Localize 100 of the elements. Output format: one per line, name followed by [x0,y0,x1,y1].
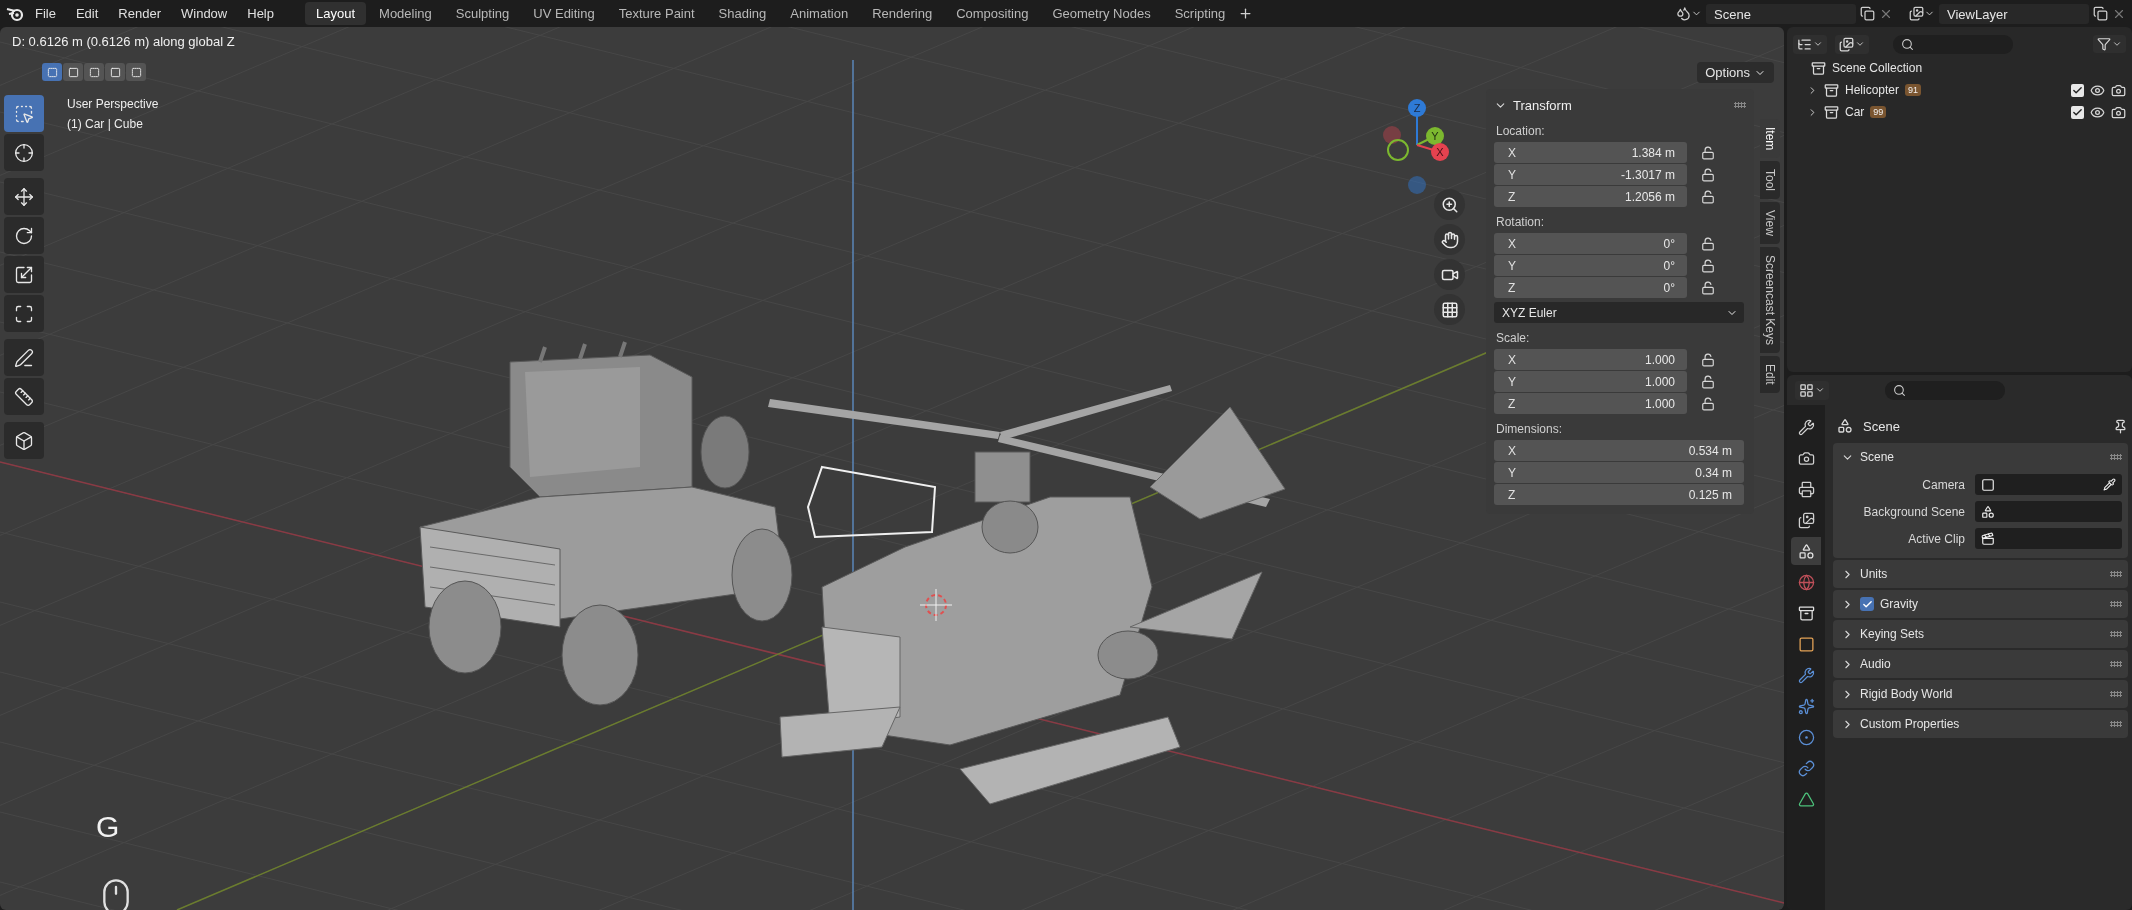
menu-item[interactable]: Edit [66,3,108,24]
copy-icon[interactable] [2093,6,2108,21]
workspace-tab[interactable]: Layout [305,2,367,25]
grip-icon[interactable] [2110,571,2122,577]
view-layer-field[interactable]: ViewLayer [1939,3,2089,24]
filter-button[interactable] [2093,35,2126,53]
display-mode-button[interactable] [1835,34,1869,54]
grip-icon[interactable] [1734,102,1746,108]
sidebar-tab[interactable]: Tool [1760,161,1780,200]
tool-button[interactable] [4,178,44,215]
menu-item[interactable]: Render [109,3,170,24]
panel-title[interactable]: Audio [1860,657,1891,671]
number-field[interactable]: Z 1.2056 m [1494,186,1687,207]
camera-icon[interactable] [2111,82,2126,98]
unlocked-icon[interactable] [1701,374,1715,389]
checkbox[interactable] [1860,597,1874,611]
navigation-gizmo[interactable]: Z Y X [1383,99,1449,194]
menu-item[interactable]: File [26,3,65,24]
number-field[interactable]: Z 1.000 [1494,393,1687,414]
workspace-tab[interactable]: Geometry Nodes [1041,2,1162,25]
eye-icon[interactable] [2090,104,2105,120]
checkbox[interactable] [2071,105,2084,119]
select-mode-button[interactable] [42,63,62,81]
tool-button[interactable] [4,378,44,415]
panel-title[interactable]: Keying Sets [1860,627,1925,641]
pan-button[interactable] [1434,224,1465,255]
unlocked-icon[interactable] [1701,167,1715,182]
workspace-tab[interactable]: Rendering [861,2,944,25]
workspace-tab[interactable]: Modeling [368,2,443,25]
grip-icon[interactable] [2110,454,2122,460]
eyedropper-icon[interactable] [2103,478,2116,491]
workspace-tab[interactable]: Sculpting [444,2,521,25]
options-button[interactable]: Options [1697,62,1774,83]
camera-view-button[interactable] [1434,259,1465,290]
zoom-button[interactable] [1434,189,1465,220]
3d-viewport[interactable] [0,27,1784,910]
menu-item[interactable]: Window [172,3,237,24]
scene-field[interactable]: Scene [1706,3,1856,24]
grip-icon[interactable] [2110,631,2122,637]
unlocked-icon[interactable] [1701,258,1715,273]
select-mode-button[interactable] [84,63,104,81]
properties-tab[interactable] [1791,537,1821,565]
search-field[interactable] [1893,34,2013,54]
sidebar-tab[interactable]: Edit [1760,356,1780,393]
input-field[interactable] [1975,474,2122,495]
input-field[interactable] [1975,501,2122,522]
tool-button[interactable] [4,134,44,171]
editor-type-button[interactable] [1795,380,1829,400]
workspace-tab[interactable]: Scripting [1163,2,1237,25]
eye-icon[interactable] [2090,82,2105,98]
unlocked-icon[interactable] [1701,189,1715,204]
panel-title[interactable]: Custom Properties [1860,717,1960,731]
grip-icon[interactable] [2110,661,2122,667]
add-workspace-icon[interactable] [1238,6,1254,21]
panel-title[interactable]: Gravity [1880,597,1918,611]
images-icon[interactable] [1909,6,1924,21]
tool-button[interactable] [4,422,44,459]
panel-title[interactable]: Rigid Body World [1860,687,1953,701]
pin-icon[interactable] [2113,418,2128,434]
number-field[interactable]: X 0° [1494,233,1687,254]
tool-button[interactable] [4,339,44,376]
workspace-tab[interactable]: Texture Paint [607,2,706,25]
menu-item[interactable]: Help [238,3,283,24]
sidebar-tab[interactable]: Screencast Keys [1760,247,1780,354]
panel-title[interactable]: Units [1860,567,1888,581]
select-mode-button[interactable] [126,63,146,81]
grip-icon[interactable] [2110,601,2122,607]
number-field[interactable]: Z 0.125 m [1494,484,1744,505]
unlocked-icon[interactable] [1701,236,1715,251]
number-field[interactable]: Z 0° [1494,277,1687,298]
rotation-mode-dropdown[interactable]: XYZ Euler [1494,302,1744,323]
panel-title[interactable]: Scene [1860,450,1895,464]
unlocked-icon[interactable] [1701,280,1715,295]
grid-view-button[interactable] [1434,294,1465,325]
outliner-item[interactable]: Helicopter [1845,83,1900,97]
tool-button[interactable] [4,295,44,332]
number-field[interactable]: X 1.000 [1494,349,1687,370]
number-field[interactable]: X 0.534 m [1494,440,1744,461]
number-field[interactable]: Y 0.34 m [1494,462,1744,483]
outliner-item[interactable]: Scene Collection [1832,61,1923,75]
editor-type-button[interactable] [1793,34,1827,54]
number-field[interactable]: Y 0° [1494,255,1687,276]
number-field[interactable]: X 1.384 m [1494,142,1687,163]
number-field[interactable]: Y 1.000 [1494,371,1687,392]
select-mode-button[interactable] [105,63,125,81]
tool-button[interactable] [4,256,44,293]
workspace-tab[interactable]: Compositing [945,2,1040,25]
app-logo-icon[interactable] [6,5,24,22]
camera-icon[interactable] [2111,104,2126,120]
outliner-item[interactable]: Car [1845,105,1865,119]
sidebar-tab[interactable]: View [1760,202,1780,245]
tool-button[interactable] [4,217,44,254]
grip-icon[interactable] [2110,691,2122,697]
checkbox[interactable] [2071,83,2084,97]
input-field[interactable] [1975,528,2122,549]
workspace-tab[interactable]: UV Editing [522,2,606,25]
unlocked-icon[interactable] [1701,396,1715,411]
unlocked-icon[interactable] [1701,145,1715,160]
copy-icon[interactable] [1860,6,1875,21]
number-field[interactable]: Y -1.3017 m [1494,164,1687,185]
